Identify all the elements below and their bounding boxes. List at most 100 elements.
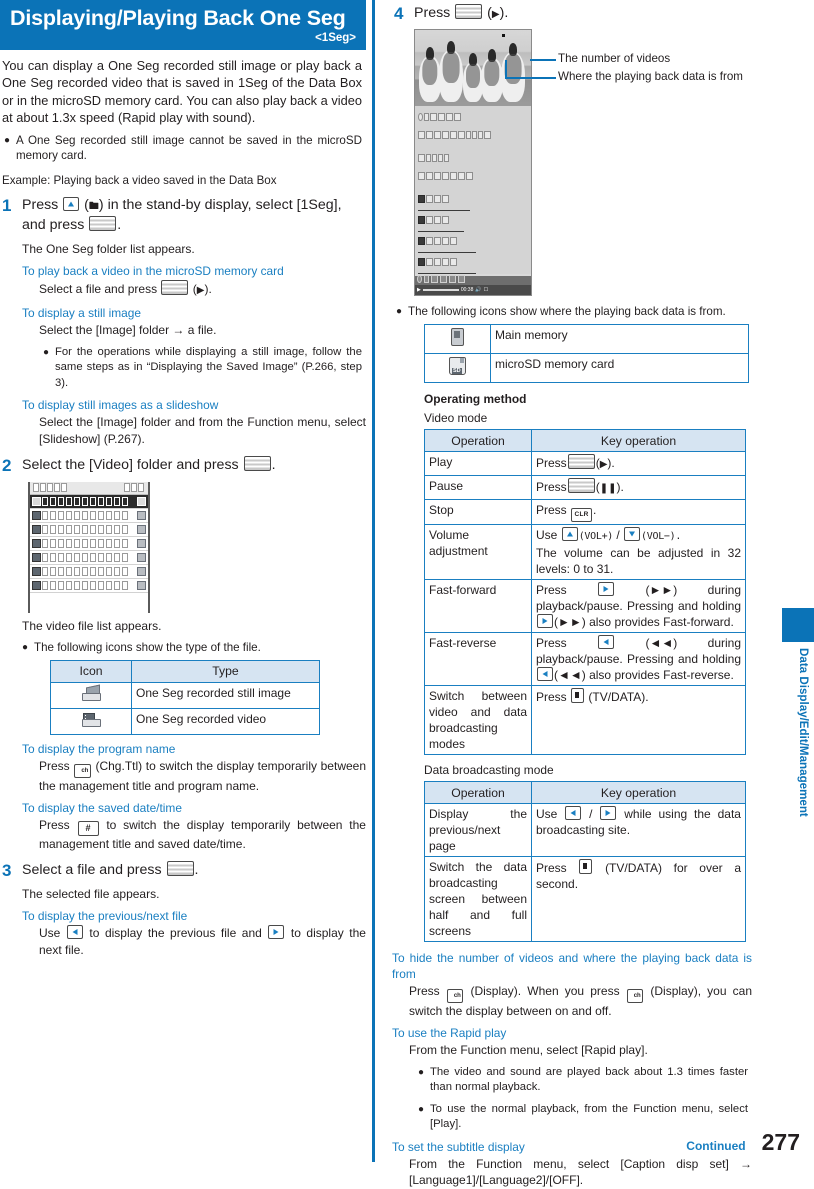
file-type-table: Icon Type One Seg recorded still image O… <box>50 659 320 735</box>
operation-fast-reverse: Fast-reverse <box>424 632 532 686</box>
step-1-sub-1-a: Select a file and press <box>39 282 158 297</box>
data-mode-label: Data broadcasting mode <box>424 763 554 777</box>
operation-stop: Stop <box>424 499 532 525</box>
step-1-sub-2-bullet-text: For the operations while displaying a st… <box>55 345 362 389</box>
row-type-icon <box>137 566 146 576</box>
key-post: also provides Fast-forward. <box>589 615 734 629</box>
key-operation-stop: Press CLR. <box>531 499 746 525</box>
center-key-icon <box>89 216 117 232</box>
key-pre: Use <box>536 528 558 542</box>
step-2: 2 Select the [Video] folder and press . <box>0 456 366 476</box>
step-4-bullet-text: The following icons show where the playi… <box>408 304 726 318</box>
right-arrow-key-icon <box>268 925 285 940</box>
video-file-icon <box>32 538 41 548</box>
step-1-sub-1-c: ). <box>204 282 212 297</box>
playback-screenshot: □□□ ▶ 00:38 🔊 ☐ <box>414 28 532 296</box>
data-broadcast-statusbar <box>415 275 531 285</box>
step-1: 1 Press (🖿) in the stand-by display, sel… <box>0 196 366 448</box>
tip-1-b: (Display). When you press <box>470 984 620 998</box>
file-list-row[interactable] <box>30 565 148 579</box>
key-post: . <box>593 503 597 517</box>
row-type-icon <box>137 496 146 506</box>
one-seg-video-icon <box>50 707 132 735</box>
step-1-sub-3-heading: To display still images as a slideshow <box>22 398 219 413</box>
table-header-row: Operation Key operation <box>424 781 746 804</box>
left-arrow-key-icon <box>598 635 615 649</box>
left-arrow-key-icon <box>565 806 582 820</box>
table-row: Switch the data broadcasting screen betw… <box>424 856 746 942</box>
col-operation: Operation <box>424 429 532 452</box>
page-number: 277 <box>761 1129 800 1155</box>
row-type-icon <box>137 510 146 520</box>
right-arrow-key-icon <box>537 614 553 628</box>
col-icon: Icon <box>50 659 132 683</box>
row-type-icon <box>137 580 146 590</box>
one-seg-still-image-icon <box>50 681 132 709</box>
page-footer: Continued 277 <box>686 1129 800 1156</box>
up-arrow-key-icon <box>561 527 578 541</box>
video-mode-label: Video mode <box>424 411 488 425</box>
operation-fast-forward: Fast-forward <box>424 579 532 633</box>
play-glyph-icon: ▶ <box>491 9 500 20</box>
step-4-title: Press (▶). <box>414 4 752 25</box>
center-key-icon <box>243 456 271 472</box>
file-list-row[interactable] <box>30 537 148 551</box>
tip-2-bullet: ● The video and sound are played back ab… <box>418 1065 748 1096</box>
key-sep: / <box>589 807 593 821</box>
key-operation-volume: Use (VOL+) / (VOL−). The volume can be a… <box>531 524 746 580</box>
tip-2-bullet-text: The video and sound are played back abou… <box>430 1065 748 1094</box>
elapsed-time: 00:38 <box>460 286 474 293</box>
table-row: One Seg recorded video <box>50 707 320 735</box>
table-row: Volume adjustment Use (VOL+) / (VOL−). T… <box>424 524 746 580</box>
key-mid2: (◄◄) <box>554 668 586 682</box>
video-file-icon <box>32 566 41 576</box>
right-column: 4 Press (▶). □□□ ▶ 00:38 🔊 ☐ The number … <box>392 0 752 1189</box>
center-key-icon <box>161 280 189 296</box>
key-operation-play: Press (▶). <box>531 451 746 476</box>
table-row: microSD memory card <box>424 353 749 383</box>
bullet-dot-icon: ● <box>418 1066 425 1078</box>
step-4-body: Press (▶). <box>414 4 752 25</box>
intro-note-text: A One Seg recorded still image cannot be… <box>16 133 362 163</box>
step-2-title-d: . <box>271 457 276 474</box>
key-pre: Press <box>536 636 567 650</box>
row-type-icon <box>137 524 146 534</box>
table-row: Fast-forward Press (►►) during playback/… <box>424 579 746 633</box>
playback-controlbar: ▶ 00:38 🔊 ☐ <box>415 284 531 295</box>
key-pre: Press <box>536 456 567 470</box>
file-list-row[interactable] <box>30 523 148 537</box>
manual-page: Displaying/Playing Back One Seg <1Seg> Y… <box>0 0 814 1187</box>
table-row: Main memory <box>424 324 749 354</box>
memory-label: microSD memory card <box>490 353 749 383</box>
table-header-row: Icon Type <box>50 659 320 683</box>
video-file-icon <box>32 510 41 520</box>
step-2-sub-1-heading: To display the program name <box>22 741 176 756</box>
step-1-sub-1-body: Select a file and press (▶). <box>39 280 366 299</box>
step-2-result: The video file list appears. <box>22 618 162 633</box>
memory-label: Main memory <box>490 324 749 354</box>
right-arrow-key-icon <box>598 582 615 596</box>
center-key-icon <box>567 478 595 493</box>
folder-icon: 🖿 <box>88 200 99 212</box>
key-pre: Press <box>536 690 567 704</box>
ch-key-icon: ch <box>626 989 644 1003</box>
file-list-row[interactable] <box>30 509 148 523</box>
down-arrow-key-icon <box>624 527 641 541</box>
table-header-row: Operation Key operation <box>424 429 746 452</box>
key-mid2: (►►) <box>554 615 586 629</box>
key-mid: (◄◄) during playback/pause. Pressing and… <box>536 636 741 666</box>
file-list-row[interactable] <box>30 579 148 593</box>
step-3-sub-1-a: Use <box>39 926 61 941</box>
key-operation-fast-forward: Press (►►) during playback/pause. Pressi… <box>531 579 746 633</box>
col-key-operation: Key operation <box>531 781 746 804</box>
step-2-sub-2-heading: To display the saved date/time <box>22 800 182 815</box>
callout-label-2: Where the playing back data is from <box>558 69 743 83</box>
file-list-row[interactable] <box>30 494 148 509</box>
key-post: ). <box>616 480 624 494</box>
tv-data-key-icon <box>571 688 585 703</box>
file-type-label: One Seg recorded still image <box>131 681 320 709</box>
table-row: Pause Press (❚❚). <box>424 475 746 500</box>
clr-key-icon: CLR <box>571 508 593 522</box>
video-file-icon <box>32 524 41 534</box>
file-list-row[interactable] <box>30 551 148 565</box>
